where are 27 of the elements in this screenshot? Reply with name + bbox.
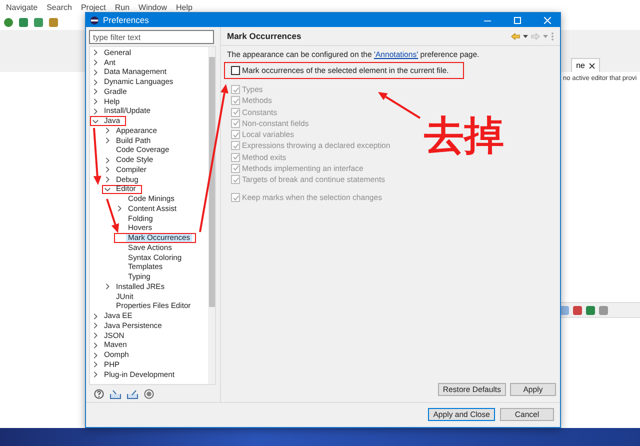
export-icon[interactable] (127, 390, 138, 398)
debug-icon[interactable] (19, 18, 28, 26)
annotation-text: 去掉 (424, 116, 504, 156)
import-icon[interactable] (110, 390, 121, 398)
record-icon[interactable] (144, 389, 154, 399)
chevron-icon[interactable] (116, 205, 123, 212)
menu-item[interactable]: Window (138, 2, 167, 12)
menu-item[interactable]: Navigate (6, 2, 38, 12)
app-icon (90, 16, 99, 24)
run-icon[interactable] (4, 18, 13, 26)
menu-item[interactable]: Project (80, 2, 106, 12)
editor-tab[interactable]: ne (571, 58, 600, 72)
annotation-arrow (378, 92, 421, 119)
menu-item[interactable]: Run (114, 2, 130, 12)
window-title: Preferences (103, 15, 150, 25)
close-icon[interactable] (589, 62, 595, 68)
checkbox[interactable] (231, 66, 240, 75)
menu-item[interactable]: Help (176, 2, 192, 12)
back-arrow-icon[interactable] (511, 32, 520, 40)
chevron-icon[interactable] (104, 283, 111, 290)
annotation-arrow (93, 128, 102, 185)
scrollbar[interactable] (208, 47, 215, 384)
page-title: Mark Occurrences (227, 31, 302, 41)
dropdown-icon[interactable] (523, 34, 528, 38)
menu-item[interactable]: Search (46, 2, 72, 12)
filter-field[interactable]: type filter text (89, 30, 214, 44)
help-icon[interactable] (94, 389, 104, 399)
